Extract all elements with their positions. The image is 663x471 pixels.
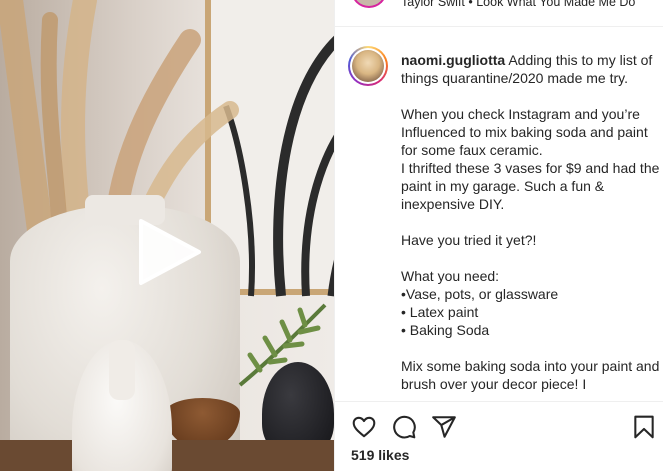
profile-photo	[352, 50, 384, 82]
save-button[interactable]	[631, 414, 657, 440]
bookmark-icon	[634, 415, 654, 439]
heart-icon	[352, 416, 376, 438]
avatar[interactable]	[348, 46, 388, 86]
username-link[interactable]: naomi.gugliotta	[401, 52, 505, 68]
play-button[interactable]	[135, 217, 205, 287]
comment-icon	[393, 415, 416, 439]
like-button[interactable]	[351, 414, 377, 440]
post-sidebar: Taylor Swift • Look What You Made Me Do …	[334, 0, 663, 471]
post-media[interactable]	[0, 0, 334, 471]
likes-count[interactable]: 519 likes	[351, 447, 409, 463]
share-icon	[432, 416, 456, 438]
previous-avatar[interactable]	[351, 0, 387, 8]
comment-button[interactable]	[391, 414, 417, 440]
action-bar: 519 likes	[335, 402, 663, 471]
previous-caption: Taylor Swift • Look What You Made Me Do	[401, 0, 636, 9]
comments-area[interactable]: naomi.gugliotta Adding this to my list o…	[335, 27, 663, 401]
caption-text: Adding this to my list of things quarant…	[401, 52, 660, 392]
post-caption: naomi.gugliotta Adding this to my list o…	[401, 51, 663, 393]
play-icon	[139, 219, 201, 285]
small-vase-neck	[109, 340, 135, 400]
share-button[interactable]	[431, 414, 457, 440]
